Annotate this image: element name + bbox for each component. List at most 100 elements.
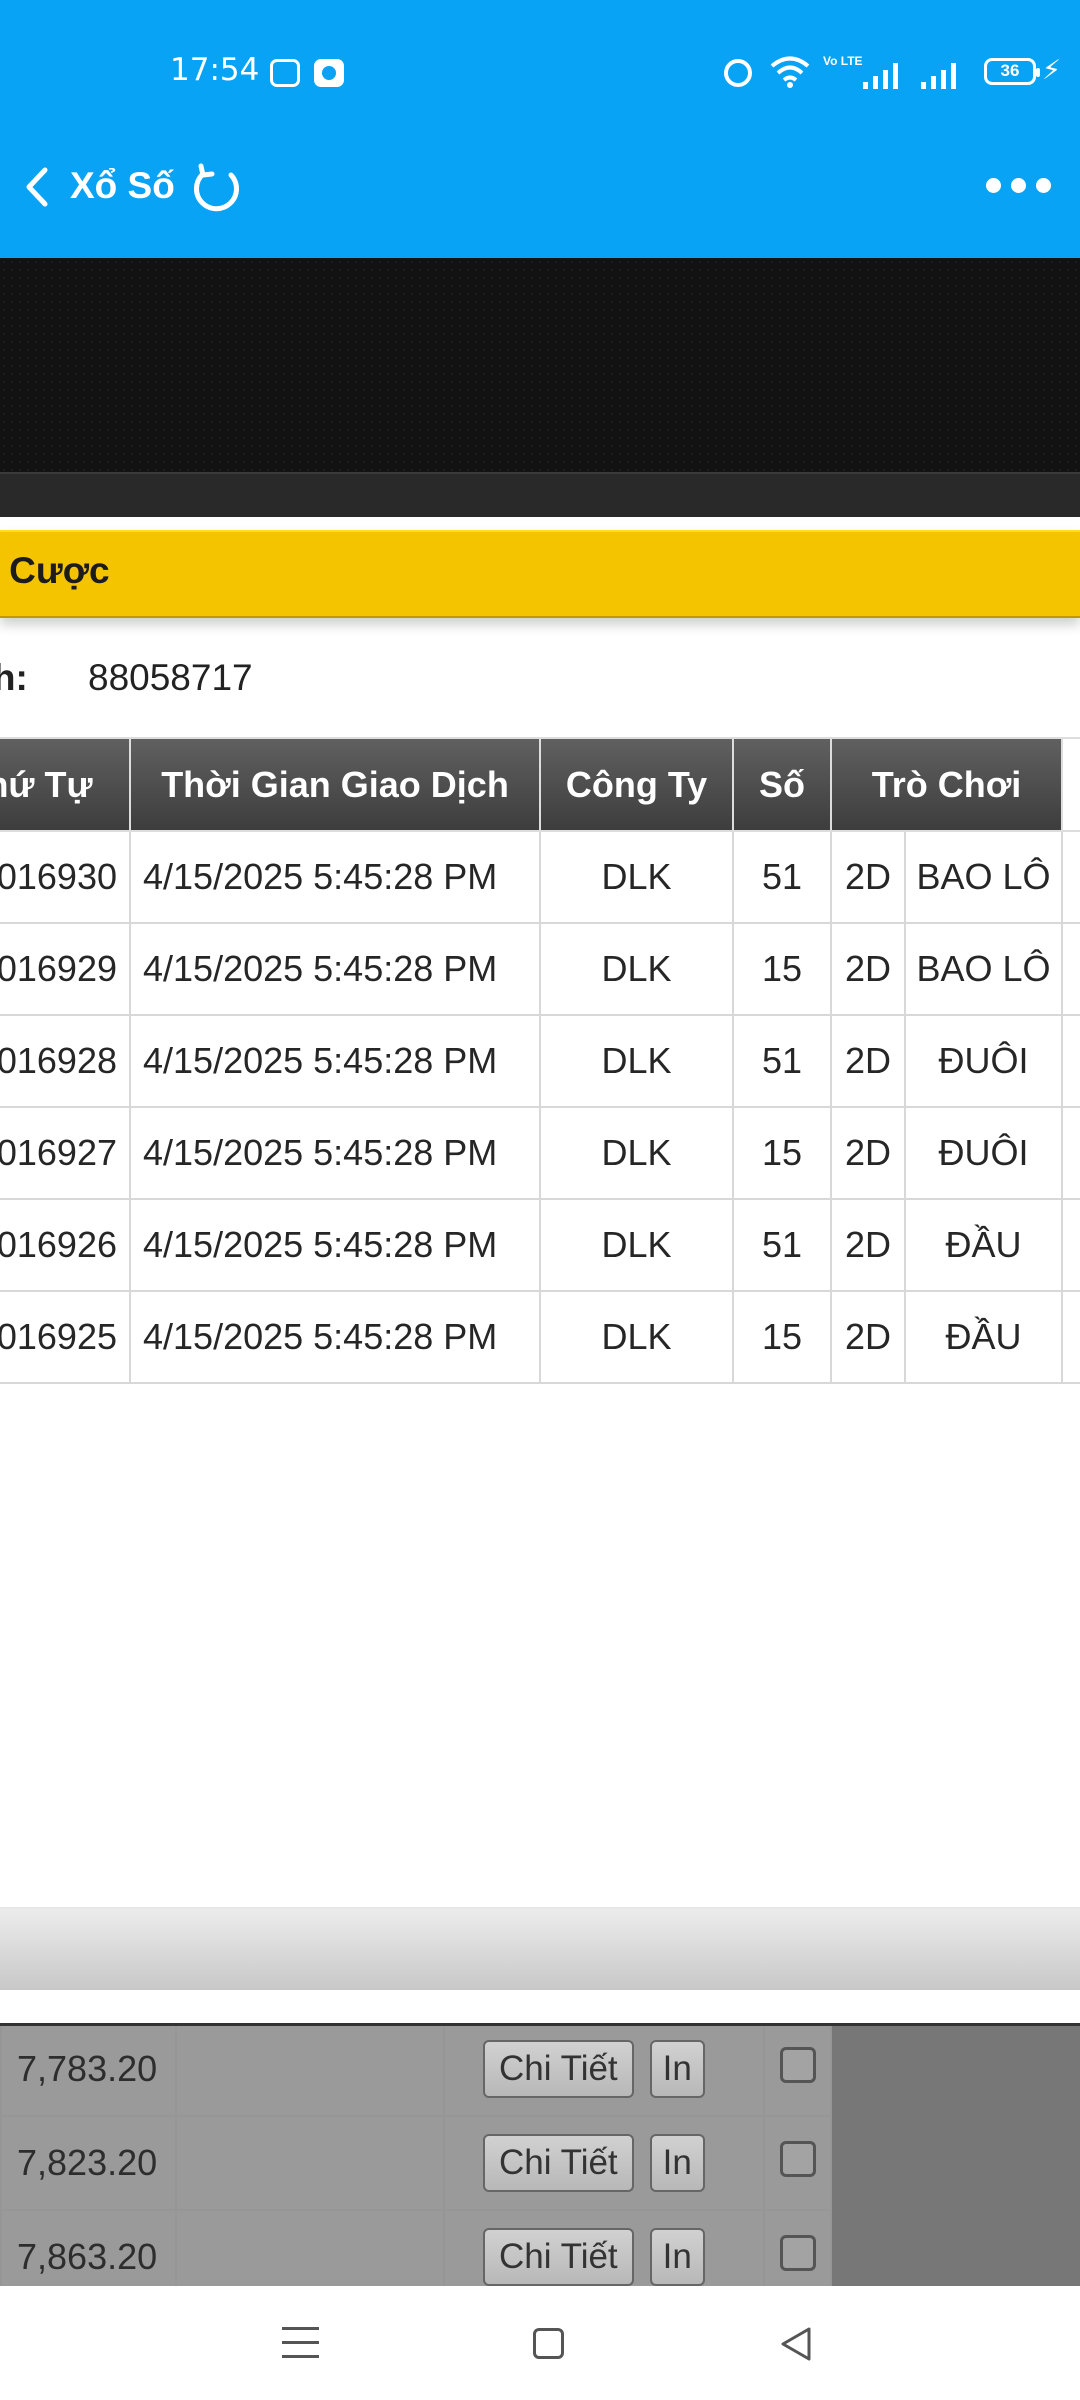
number-header: Số — [732, 737, 832, 832]
status-indicators: Vo LTE 36 ⚡ — [724, 54, 1061, 91]
background-results-table: 7,783.20 Chi Tiết In 7,823.20 Chi Tiết In 7,… — [0, 2026, 832, 2286]
time-header: Thời Gian Giao Dịch — [129, 737, 541, 832]
section-title: ặt Cược — [0, 550, 110, 591]
back-triangle-icon[interactable] — [778, 2325, 816, 2363]
transaction-label: ịch: — [0, 657, 28, 698]
empty-cell — [175, 2026, 445, 2117]
empty-cell — [175, 2115, 445, 2211]
detail-button[interactable]: Chi Tiết — [483, 2040, 634, 2098]
app-header: 17:54 Vo LTE 36 ⚡ Xổ Số — [0, 0, 1080, 258]
list-item: 7,863.20 Chi Tiết In — [0, 2209, 832, 2286]
game-header: Trò Chơi — [830, 737, 1063, 832]
table-row: 016926 4/15/2025 5:45:28 PM DLK 51 2D ĐẦU — [0, 1198, 1080, 1292]
company: DLK — [539, 1106, 734, 1200]
bet-number: 15 — [732, 922, 832, 1016]
transaction-time: 4/15/2025 5:45:28 PM — [129, 922, 541, 1016]
bet-number: 51 — [732, 1198, 832, 1292]
print-button[interactable]: In — [649, 2134, 705, 2192]
signal-icon — [921, 63, 956, 89]
home-icon[interactable] — [533, 2328, 564, 2359]
system-navigation-bar — [0, 2286, 1080, 2400]
table-row: 016929 4/15/2025 5:45:28 PM DLK 15 2D BAO LÔ — [0, 922, 1080, 1016]
selection-cell — [763, 2115, 832, 2211]
print-button[interactable]: In — [649, 2228, 705, 2286]
bet-number: 15 — [732, 1106, 832, 1200]
order-header: hứ Tự — [0, 737, 131, 832]
bet-details-table: hứ Tự Thời Gian Giao Dịch Công Ty Số Trò… — [0, 737, 1080, 1384]
row-checkbox[interactable] — [779, 2140, 816, 2177]
transaction-time: 4/15/2025 5:45:28 PM — [129, 1198, 541, 1292]
truncated-cell — [1061, 1014, 1080, 1108]
bet-number: 51 — [732, 1014, 832, 1108]
digit-type: 2D — [830, 1014, 906, 1108]
company: DLK — [539, 830, 734, 924]
company: DLK — [539, 1198, 734, 1292]
row-actions: Chi Tiết In — [443, 2115, 765, 2211]
bet-number: 51 — [732, 830, 832, 924]
truncated-cell — [1061, 922, 1080, 1016]
app-notification-icon — [270, 59, 300, 87]
background-results-panel: 7,783.20 Chi Tiết In 7,823.20 Chi Tiết In 7,… — [0, 2026, 1080, 2286]
modal-bottom-gap — [0, 1990, 1080, 2026]
section-title-bar: ặt Cược — [0, 530, 1080, 618]
game-name: ĐẦU — [904, 1290, 1063, 1384]
selection-cell — [763, 2209, 832, 2286]
truncated-cell — [1061, 830, 1080, 924]
transaction-time: 4/15/2025 5:45:28 PM — [129, 1290, 541, 1384]
lottery-screen: 17:54 Vo LTE 36 ⚡ Xổ Số ặt Cược ịch: 880… — [0, 0, 1080, 2400]
order-number: 016926 — [0, 1198, 131, 1292]
digit-type: 2D — [830, 1198, 906, 1292]
row-actions: Chi Tiết In — [443, 2026, 765, 2117]
signal-icon — [863, 63, 898, 89]
alarm-icon — [724, 59, 752, 87]
list-item: 7,823.20 Chi Tiết In — [0, 2115, 832, 2211]
digit-type: 2D — [830, 830, 906, 924]
digit-type: 2D — [830, 1290, 906, 1384]
row-checkbox[interactable] — [779, 2046, 816, 2083]
transaction-time: 4/15/2025 5:45:28 PM — [129, 1014, 541, 1108]
battery-icon: 36 — [984, 58, 1040, 85]
detail-button[interactable]: Chi Tiết — [483, 2134, 634, 2192]
company: DLK — [539, 1290, 734, 1384]
order-number: 016929 — [0, 922, 131, 1016]
detail-button[interactable]: Chi Tiết — [483, 2228, 634, 2286]
game-name: BAO LÔ — [904, 922, 1063, 1016]
digit-type: 2D — [830, 1106, 906, 1200]
dark-banner — [0, 258, 1080, 480]
list-item: 7,783.20 Chi Tiết In — [0, 2026, 832, 2117]
selection-cell — [763, 2026, 832, 2117]
status-time: 17:54 — [170, 52, 260, 88]
order-number: 016928 — [0, 1014, 131, 1108]
menu-icon[interactable] — [282, 2327, 319, 2358]
refresh-icon[interactable] — [188, 160, 244, 216]
amount: 7,863.20 — [0, 2209, 177, 2286]
game-name: ĐẦU — [904, 1198, 1063, 1292]
table-row: 016928 4/15/2025 5:45:28 PM DLK 51 2D ĐUÔI — [0, 1014, 1080, 1108]
order-number: 016927 — [0, 1106, 131, 1200]
table-header-row: hứ Tự Thời Gian Giao Dịch Công Ty Số Trò… — [0, 737, 1080, 832]
company-header: Công Ty — [539, 737, 734, 832]
modal-footer-bar — [0, 1907, 1080, 1990]
truncated-header — [1061, 737, 1080, 832]
table-row: 016930 4/15/2025 5:45:28 PM DLK 51 2D BAO LÔ — [0, 830, 1080, 924]
amount: 7,823.20 — [0, 2115, 177, 2211]
volte-indicator: Vo LTE — [823, 54, 863, 68]
transaction-time: 4/15/2025 5:45:28 PM — [129, 830, 541, 924]
transaction-value: 88058717 — [88, 657, 253, 698]
wifi-icon — [770, 56, 810, 88]
row-checkbox[interactable] — [779, 2234, 816, 2271]
game-name: BAO LÔ — [904, 830, 1063, 924]
print-button[interactable]: In — [649, 2040, 705, 2098]
company: DLK — [539, 1014, 734, 1108]
bet-number: 15 — [732, 1290, 832, 1384]
table-row: 016925 4/15/2025 5:45:28 PM DLK 15 2D ĐẦU — [0, 1290, 1080, 1384]
company: DLK — [539, 922, 734, 1016]
order-number: 016925 — [0, 1290, 131, 1384]
table-row: 016927 4/15/2025 5:45:28 PM DLK 15 2D ĐUÔI — [0, 1106, 1080, 1200]
empty-cell — [175, 2209, 445, 2286]
more-icon[interactable] — [986, 175, 1054, 195]
browser-notification-icon — [314, 59, 344, 87]
game-name: ĐUÔI — [904, 1014, 1063, 1108]
app-title: Xổ Số — [70, 165, 175, 206]
back-icon[interactable] — [18, 164, 56, 210]
